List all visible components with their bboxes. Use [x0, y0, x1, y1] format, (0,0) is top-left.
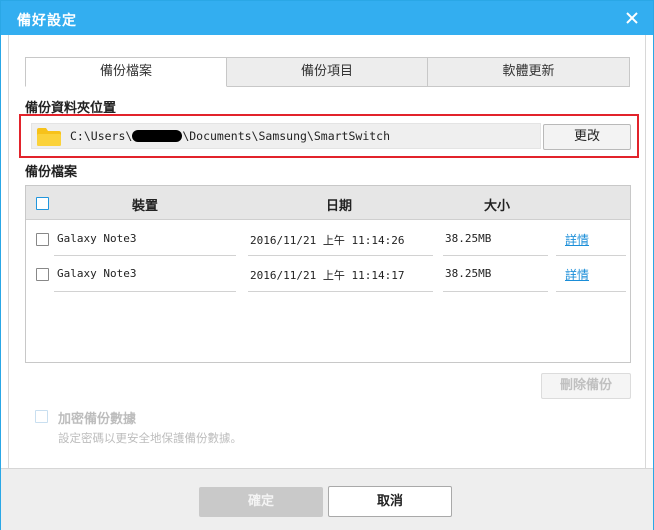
row-separator [443, 255, 548, 256]
tab-software-update[interactable]: 軟體更新 [427, 57, 630, 87]
row-checkbox[interactable] [36, 233, 49, 246]
row-separator [54, 291, 236, 292]
table-header: 裝置 日期 大小 [26, 186, 630, 220]
row-device: Galaxy Note3 [57, 232, 137, 245]
table-row[interactable]: Galaxy Note3 2016/11/21 上午 11:14:26 38.2… [26, 222, 630, 256]
close-button[interactable] [621, 7, 643, 29]
row-size: 38.25MB [445, 267, 492, 280]
row-checkbox[interactable] [36, 268, 49, 281]
title-bar: 備好設定 [1, 1, 653, 35]
folder-icon [37, 128, 61, 146]
encrypt-backup-description: 設定密碼以更安全地保護備份數據。 [58, 431, 242, 445]
dialog-footer: 確定 取消 [1, 468, 653, 530]
row-size: 38.25MB [445, 232, 492, 245]
backup-files-label: 備份檔案 [25, 165, 78, 180]
redacted-username [132, 130, 183, 142]
row-separator [248, 255, 433, 256]
row-details-link[interactable]: 詳情 [565, 231, 589, 248]
change-folder-button[interactable]: 更改 [543, 124, 631, 150]
row-separator [443, 291, 548, 292]
column-header-date: 日期 [326, 199, 353, 214]
row-separator [556, 291, 626, 292]
table-row[interactable]: Galaxy Note3 2016/11/21 上午 11:14:17 38.2… [26, 257, 630, 292]
tab-backup-files[interactable]: 備份檔案 [25, 57, 227, 87]
cancel-button[interactable]: 取消 [328, 486, 452, 517]
path-suffix: \Documents\Samsung\SmartSwitch [182, 129, 391, 143]
backup-folder-path-field: C:\Users\ \Documents\Samsung\SmartSwitch [31, 123, 541, 149]
select-all-checkbox[interactable] [36, 197, 49, 210]
backup-files-table: 裝置 日期 大小 Galaxy Note3 2016/11/21 上午 11:1… [25, 185, 631, 363]
encrypt-backup-checkbox[interactable] [35, 410, 48, 423]
encrypt-backup-label: 加密備份數據 [58, 412, 137, 427]
row-separator [248, 291, 433, 292]
tab-bar: 備份檔案 備份項目 軟體更新 [25, 57, 630, 87]
dialog-title: 備好設定 [17, 13, 77, 29]
delete-backup-button[interactable]: 刪除備份 [541, 373, 631, 399]
row-date: 2016/11/21 上午 11:14:17 [250, 269, 405, 282]
tab-backup-items[interactable]: 備份項目 [226, 57, 428, 87]
ok-button[interactable]: 確定 [199, 487, 323, 517]
row-separator [556, 255, 626, 256]
row-details-link[interactable]: 詳情 [565, 266, 589, 283]
backup-folder-path: C:\Users\ \Documents\Samsung\SmartSwitch [70, 129, 390, 143]
column-header-device: 裝置 [132, 199, 159, 214]
column-header-size: 大小 [484, 199, 511, 214]
row-separator [54, 255, 236, 256]
row-device: Galaxy Note3 [57, 267, 137, 280]
path-prefix: C:\Users\ [70, 129, 133, 143]
preferences-dialog: 備好設定 備份檔案 備份項目 軟體更新 備份資料夾位置 C:\Users\ \Do… [0, 0, 654, 530]
backup-folder-group: C:\Users\ \Documents\Samsung\SmartSwitch … [19, 114, 639, 158]
row-date: 2016/11/21 上午 11:14:26 [250, 234, 405, 247]
close-icon [626, 12, 638, 24]
